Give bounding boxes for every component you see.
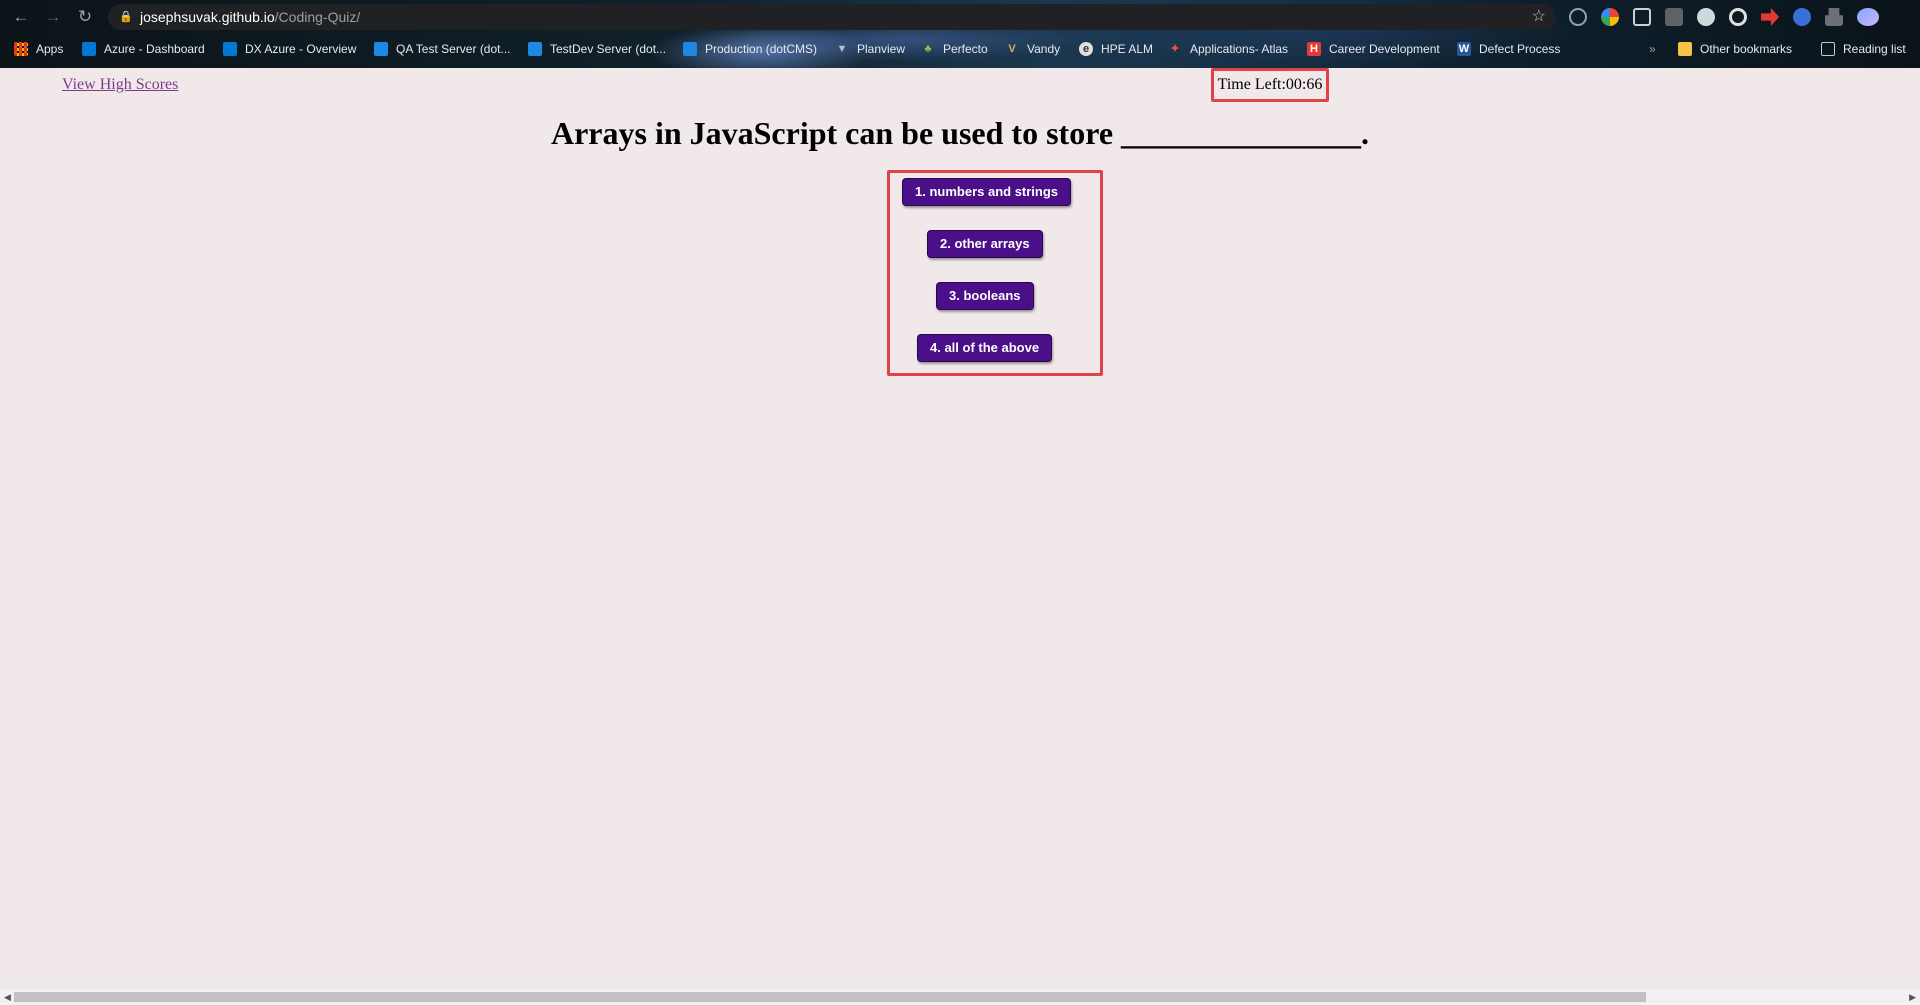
bookmark-label: Azure - Dashboard [104, 42, 205, 56]
bookmark-vandy[interactable]: V Vandy [1005, 40, 1060, 58]
extension-record-icon[interactable] [1729, 8, 1747, 26]
horizontal-scrollbar[interactable]: ◀ ▶ [0, 989, 1920, 1005]
back-arrow-icon[interactable]: ← [10, 6, 32, 28]
reading-list-button[interactable]: Reading list [1821, 40, 1906, 58]
url-path: /Coding-Quiz/ [274, 9, 361, 25]
bookmark-azure-dashboard[interactable]: Azure - Dashboard [82, 40, 205, 58]
bookmark-qa-test-server[interactable]: QA Test Server (dot... [374, 40, 511, 58]
bookmark-perfecto[interactable]: ♣ Perfecto [921, 40, 988, 58]
extension-arrow-icon[interactable] [1761, 8, 1779, 26]
browser-toolbar: ← → ↻ 🔒 josephsuvak.github.io/Coding-Qui… [0, 0, 1920, 34]
bookmark-label: Career Development [1329, 42, 1440, 56]
bookmarks-overflow-button[interactable]: » [1649, 40, 1656, 58]
career-icon: H [1307, 42, 1321, 56]
bookmark-label: HPE ALM [1101, 42, 1154, 56]
scroll-right-icon[interactable]: ▶ [1909, 992, 1916, 1003]
extension-color-icon[interactable] [1601, 8, 1619, 26]
extension-recycle-icon[interactable] [1569, 8, 1587, 26]
timer-display: Time Left:00:66 [1211, 68, 1329, 102]
address-bar[interactable]: 🔒 josephsuvak.github.io/Coding-Quiz/ ☆ [108, 4, 1556, 30]
bookmark-career-development[interactable]: H Career Development [1307, 40, 1440, 58]
bookmark-label: Vandy [1027, 42, 1061, 56]
answer-button-3[interactable]: 3. booleans [936, 282, 1034, 310]
other-bookmarks-folder[interactable]: Other bookmarks [1678, 40, 1792, 58]
question-text: Arrays in JavaScript can be used to stor… [550, 115, 1370, 151]
browser-chrome: ← → ↻ 🔒 josephsuvak.github.io/Coding-Qui… [0, 0, 1920, 68]
bookmarks-bar: Apps Azure - Dashboard DX Azure - Overvi… [0, 36, 1920, 62]
bookmark-label: TestDev Server (dot... [550, 42, 667, 56]
bookmark-label: QA Test Server (dot... [396, 42, 511, 56]
planview-icon: ▼ [836, 43, 848, 55]
perfecto-icon: ♣ [924, 43, 932, 55]
reading-list-icon [1821, 42, 1835, 56]
extension-translate-icon[interactable] [1793, 8, 1811, 26]
bookmark-label: Other bookmarks [1700, 42, 1793, 56]
bookmark-apps[interactable]: Apps [14, 40, 63, 58]
avatar[interactable] [1857, 8, 1879, 26]
folder-icon [1678, 42, 1692, 56]
scrollbar-thumb[interactable] [14, 992, 1646, 1002]
bookmark-defect-process[interactable]: W Defect Process [1457, 40, 1560, 58]
reload-icon[interactable]: ↻ [74, 6, 96, 28]
word-doc-icon: W [1457, 42, 1471, 56]
bookmark-label: Apps [36, 42, 64, 56]
scroll-left-icon[interactable]: ◀ [4, 992, 11, 1003]
url-host: josephsuvak.github.io [140, 9, 275, 25]
bookmark-hpe-alm[interactable]: e HPE ALM [1079, 40, 1153, 58]
azure-devops-icon [223, 42, 237, 56]
bookmark-label: Defect Process [1479, 42, 1561, 56]
extension-gear-icon[interactable] [1697, 8, 1715, 26]
answer-button-4[interactable]: 4. all of the above [917, 334, 1053, 362]
quiz-page: View High Scores Time Left:00:66 Arrays … [0, 68, 1920, 988]
bookmark-label: Planview [857, 42, 906, 56]
extension-grid-icon[interactable] [1665, 8, 1683, 26]
forward-arrow-icon[interactable]: → [42, 6, 64, 28]
bookmark-production[interactable]: Production (dotCMS) [683, 40, 817, 58]
answer-button-2[interactable]: 2. other arrays [927, 230, 1043, 258]
puzzle-icon[interactable] [1825, 8, 1843, 26]
view-high-scores-link[interactable]: View High Scores [62, 76, 178, 94]
extension-screenshot-icon[interactable] [1633, 8, 1651, 26]
dotcms-icon [374, 42, 388, 56]
apps-grid-icon [14, 42, 28, 56]
bookmark-applications-atlas[interactable]: ✦ Applications- Atlas [1168, 40, 1288, 58]
bookmark-dx-azure-overview[interactable]: DX Azure - Overview [223, 40, 356, 58]
dotcms-icon [683, 42, 697, 56]
answer-button-1[interactable]: 1. numbers and strings [902, 178, 1072, 206]
bookmark-label: DX Azure - Overview [245, 42, 357, 56]
vandy-icon: V [1008, 43, 1016, 55]
bookmark-label: Production (dotCMS) [705, 42, 818, 56]
bookmark-label: Applications- Atlas [1190, 42, 1289, 56]
bookmark-label: Reading list [1843, 42, 1906, 56]
star-icon[interactable]: ☆ [1532, 4, 1546, 30]
bookmark-planview[interactable]: ▼ Planview [835, 40, 905, 58]
answer-choices: 1. numbers and strings 2. other arrays 3… [887, 170, 1103, 376]
dotcms-icon [528, 42, 542, 56]
bookmark-testdev-server[interactable]: TestDev Server (dot... [528, 40, 666, 58]
hpe-alm-icon: e [1079, 42, 1093, 56]
azure-devops-icon [82, 42, 96, 56]
bookmark-label: Perfecto [943, 42, 988, 56]
lock-icon: 🔒 [119, 11, 133, 23]
atlas-icon: ✦ [1170, 43, 1180, 55]
overflow-label: » [1649, 42, 1656, 56]
